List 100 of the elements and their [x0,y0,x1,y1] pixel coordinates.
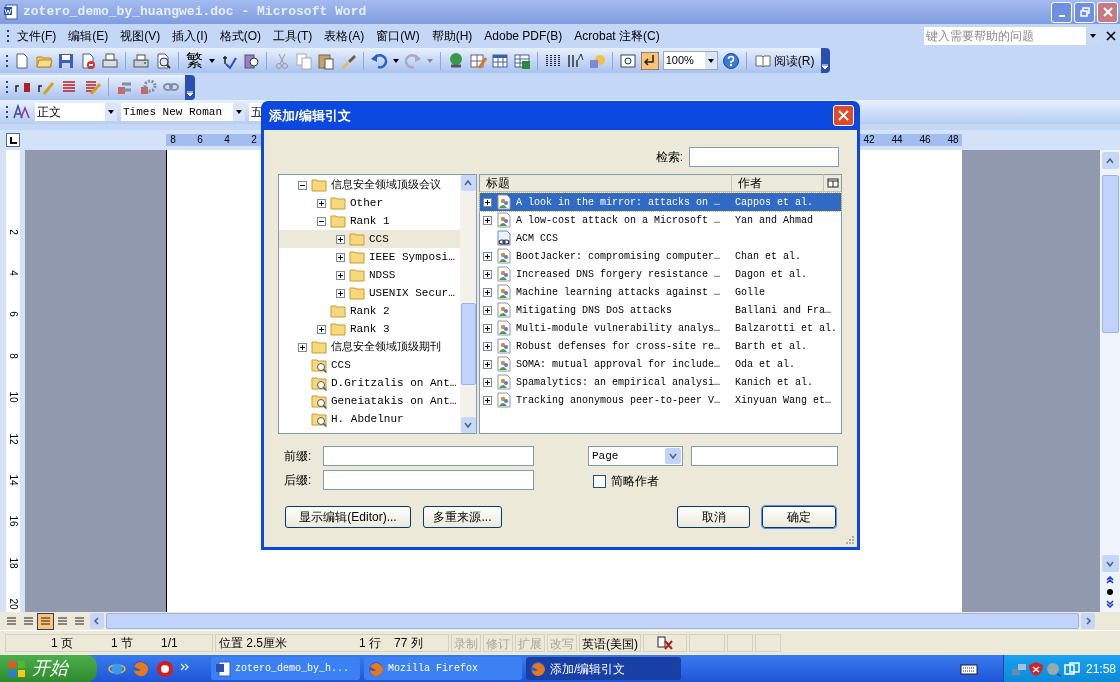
tree-item[interactable]: Rank 3 [279,320,460,338]
styles-icon[interactable] [13,103,31,121]
collapse-icon[interactable] [298,180,307,190]
expand-icon[interactable] [298,342,307,352]
menu-item[interactable]: 帮助(H) [430,26,474,45]
traditional-chinese-button[interactable]: 繁 [184,52,204,69]
printer-icon[interactable] [131,51,150,70]
menu-item[interactable]: Adobe PDF(B) [483,26,564,45]
tree-item[interactable]: 信息安全领域顶级期刊 [279,338,460,356]
bibliography-pencil-icon[interactable] [83,78,101,96]
collapse-icon[interactable] [317,216,326,226]
menu-item[interactable]: 表格(A) [323,26,366,45]
expand-icon[interactable] [317,198,326,208]
item-row[interactable]: SOMA: mutual approval for include… Oda et al. [480,355,841,373]
search-field[interactable] [689,147,839,167]
blank-document-icon[interactable] [13,51,31,70]
prefix-field[interactable] [323,446,534,466]
style-dropdown[interactable]: 正文 [35,103,117,121]
suffix-field[interactable] [323,470,534,490]
minimize-icon [1058,14,1065,17]
help-icon[interactable] [721,51,740,70]
expand-icon [483,377,492,387]
tree-scrollbar[interactable] [460,175,476,433]
start-button[interactable]: 开始 [0,655,97,682]
cancel-button[interactable]: 取消 [677,506,750,528]
table-icon[interactable] [490,51,509,70]
tree-item[interactable]: Other [279,194,460,212]
document-map-icon[interactable] [618,51,637,70]
table-pencil-icon[interactable] [468,51,487,70]
taskbar-button[interactable]: 添加/编辑引文 [526,657,681,680]
read-button[interactable]: 阅读(R) [752,51,817,70]
zoom-field[interactable]: 100% [662,51,718,70]
print-view-icon[interactable] [37,612,54,630]
show-marks-icon[interactable] [640,51,659,70]
clipboard-icon[interactable] [316,51,335,70]
tree-item[interactable]: IEEE Symposi… [279,248,460,266]
item-row[interactable]: A low-cost attack on a Microsoft … Yan and Ahmad [480,211,841,229]
spreadsheet-icon[interactable] [512,51,531,70]
ok-button[interactable]: 确定 [762,506,836,528]
item-row[interactable]: ACM CCS [480,229,841,247]
tree-item[interactable]: NDSS [279,266,460,284]
checkbox-label[interactable]: 简略作者 [611,472,659,490]
menu-item[interactable]: 工具(T) [272,26,314,45]
font-dropdown[interactable]: Times New Roman [121,103,245,121]
item-row[interactable]: Machine learning attacks against … Golle [480,283,841,301]
tree-item[interactable]: CCS [279,230,460,248]
menu-item[interactable]: 文件(F) [16,26,58,45]
vertical-scrollbar[interactable] [1100,150,1120,612]
tree-item[interactable]: H. Abdelnur [279,410,460,428]
close-button[interactable] [833,105,854,126]
minimize-button[interactable] [1051,1,1072,23]
locator-field[interactable] [691,446,838,466]
item-row[interactable]: Robust defenses for cross-site re… Barth et al. [480,337,841,355]
expand-icon[interactable] [317,324,326,334]
locator-dropdown[interactable]: Page [588,446,683,466]
item-row[interactable]: Tracking anonymous peer-to-peer V… Xinyuan Wang et… [480,391,841,409]
horizontal-scrollbar[interactable] [106,613,1079,629]
item-row[interactable]: Increased DNS forgery resistance … Dagon et al. [480,265,841,283]
help-search-field[interactable]: 键入需要帮助的问题 [924,26,1100,45]
taskbar-button[interactable]: zotero_demo_by_h... [211,657,360,680]
expand-icon[interactable] [336,234,345,244]
tree-item[interactable]: Geneiatakis on Ant… [279,392,460,410]
item-row[interactable]: Spamalytics: an empirical analysi… Kanich et al. [480,373,841,391]
taskbar-button[interactable]: Mozilla Firefox [364,657,522,680]
tree-item[interactable]: D.Gritzalis on Ant… [279,374,460,392]
tree-item[interactable]: Rank 2 [279,302,460,320]
tree-item[interactable]: CCS [279,356,460,374]
item-row[interactable]: Multi-module vulnerability analys… Balzarotti et al. [480,319,841,337]
circle-badge-icon[interactable] [156,659,174,678]
table-cell-text: Xinyuan Wang et… [735,393,832,408]
folder-icon [330,321,346,337]
gear-icon[interactable] [139,78,157,96]
show-editor-button[interactable]: 显示编辑(Editor)... [285,506,411,528]
menu-item[interactable]: 窗口(W) [375,26,421,45]
close-button[interactable] [1097,1,1118,23]
fax-printer-icon[interactable] [101,51,119,70]
restore-button[interactable] [1074,1,1095,23]
expand-icon[interactable] [336,288,345,298]
checkbox[interactable] [593,474,606,488]
item-row[interactable]: Mitigating DNS DoS attacks Ballani and Fra… [480,301,841,319]
menu-item[interactable]: Acrobat 注释(C) [573,26,661,45]
tree-item[interactable]: Rank 1 [279,212,460,230]
dropdown-arrow-icon [107,108,115,116]
menu-item[interactable]: 视图(V) [119,26,162,45]
item-row[interactable]: A look in the mirror: attacks on … Cappos et al. [480,193,841,211]
table-cell-text: Ballani and Fra… [735,303,832,318]
document-stop-icon[interactable] [79,51,97,70]
menu-item[interactable]: 格式(O) [218,26,262,45]
tree-item[interactable]: USENIX Secur… [279,284,460,302]
tree-item[interactable]: 信息安全领域顶级会议 [279,176,460,194]
expand-icon[interactable] [336,270,345,280]
shield-icon [1028,660,1044,677]
undo-arrow-icon[interactable] [369,51,388,70]
menu-item[interactable]: 编辑(E) [67,26,110,45]
book-search-icon[interactable] [241,51,260,70]
status-language: 英语(美国) [579,634,641,652]
multiple-sources-button[interactable]: 多重来源... [423,506,502,528]
expand-icon[interactable] [336,252,345,262]
menu-item[interactable]: 插入(I) [171,26,209,45]
item-row[interactable]: BootJacker: compromising computer… Chan et al. [480,247,841,265]
